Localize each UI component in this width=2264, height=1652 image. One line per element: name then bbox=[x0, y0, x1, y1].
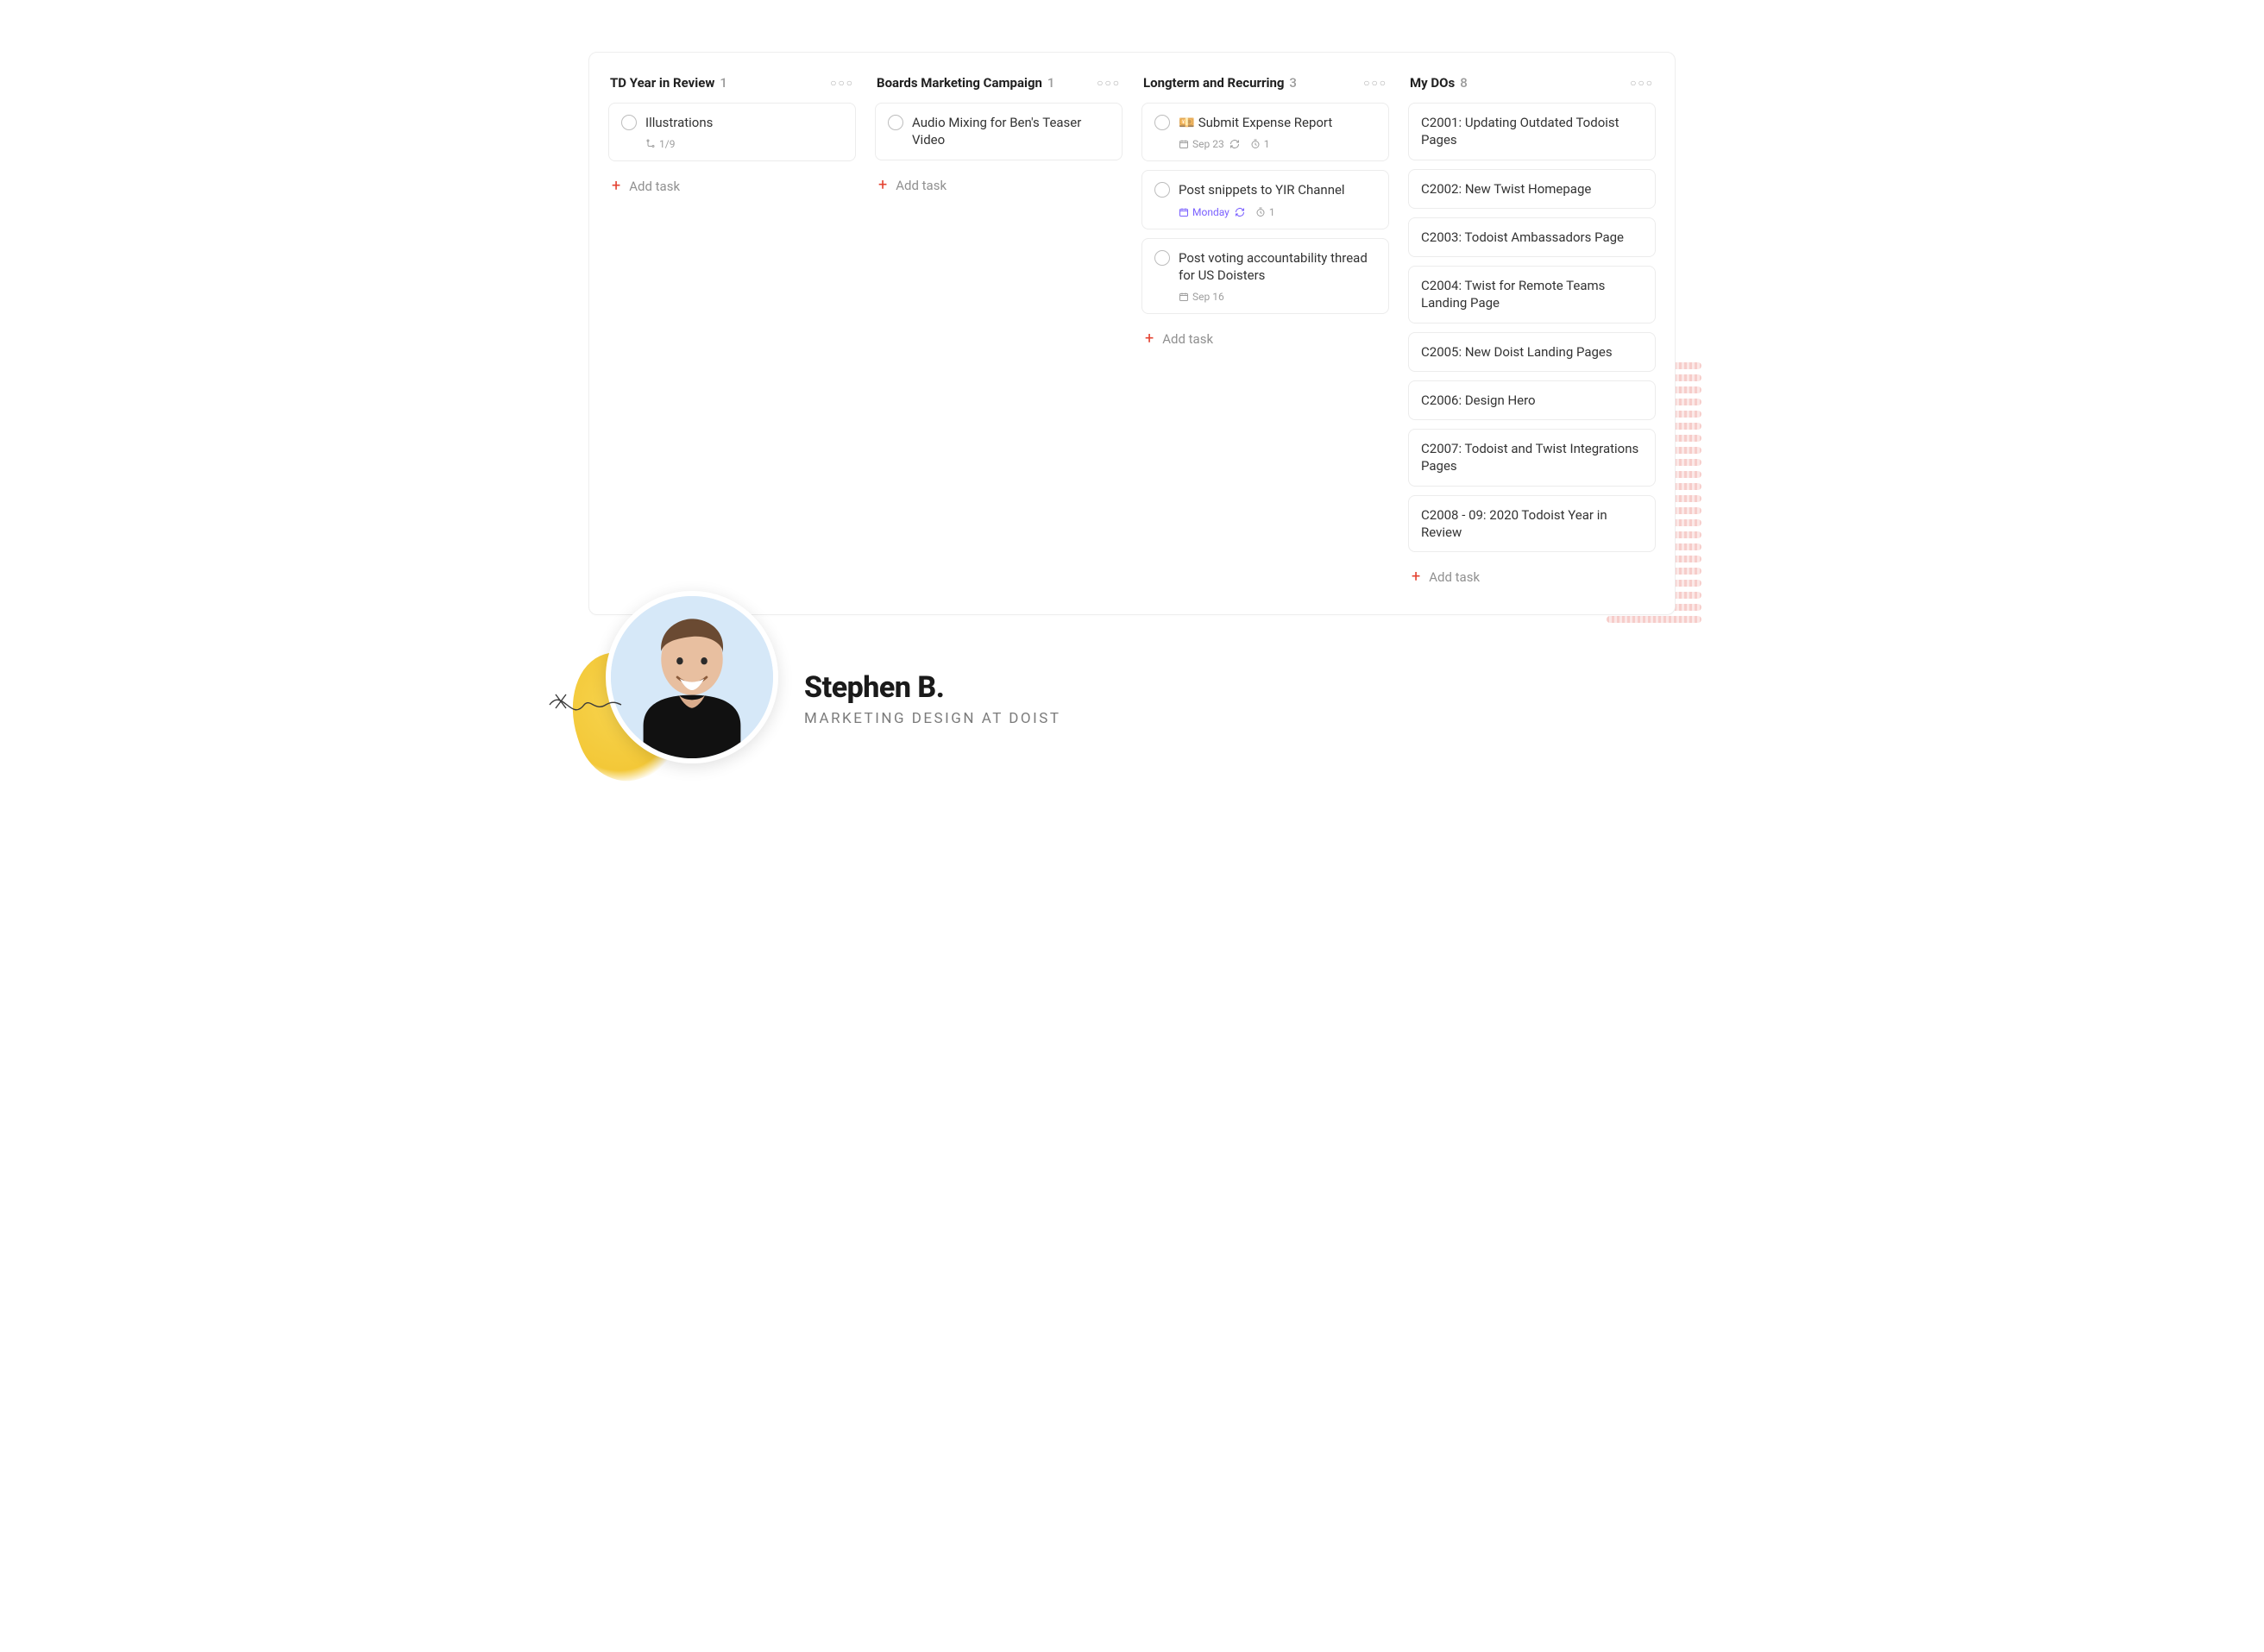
task-card[interactable]: C2005: New Doist Landing Pages bbox=[1408, 332, 1656, 372]
task-card[interactable]: C2003: Todoist Ambassadors Page bbox=[1408, 217, 1656, 257]
task-card[interactable]: C2001: Updating Outdated Todoist Pages bbox=[1408, 103, 1656, 160]
column-menu-icon[interactable]: ○○○ bbox=[1630, 77, 1654, 89]
column-menu-icon[interactable]: ○○○ bbox=[1363, 77, 1387, 89]
board-column: My DOs 8 ○○○ C2001: Updating Outdated Todoi… bbox=[1408, 72, 1656, 590]
task-checkbox[interactable] bbox=[1154, 115, 1170, 130]
task-card[interactable]: C2002: New Twist Homepage bbox=[1408, 169, 1656, 209]
column-header: My DOs 8 ○○○ bbox=[1408, 72, 1656, 103]
plus-icon: + bbox=[1412, 569, 1420, 585]
task-checkbox[interactable] bbox=[621, 115, 637, 130]
column-menu-icon[interactable]: ○○○ bbox=[830, 77, 854, 89]
board-column: Longterm and Recurring 3 ○○○ 💴Submit Expens… bbox=[1141, 72, 1389, 352]
reminder-count: 1 bbox=[1255, 206, 1275, 218]
task-title: C2008 - 09: 2020 Todoist Year in Review bbox=[1421, 506, 1643, 542]
plus-icon: + bbox=[1145, 331, 1154, 347]
task-title: C2006: Design Hero bbox=[1421, 392, 1536, 409]
column-count: 1 bbox=[720, 75, 727, 91]
task-title: C2002: New Twist Homepage bbox=[1421, 180, 1591, 198]
add-task-label: Add task bbox=[1162, 331, 1213, 347]
author-role: Marketing Design at Doist bbox=[804, 710, 1060, 727]
task-card[interactable]: Post snippets to YIR Channel Monday 1 bbox=[1141, 170, 1389, 229]
task-title: C2001: Updating Outdated Todoist Pages bbox=[1421, 114, 1643, 149]
task-card[interactable]: 💴Submit Expense Report Sep 23 1 bbox=[1141, 103, 1389, 161]
recurring-icon bbox=[1229, 139, 1240, 149]
add-task-button[interactable]: + Add task bbox=[875, 173, 1123, 198]
task-title: 💴Submit Expense Report bbox=[1179, 114, 1332, 131]
column-count: 8 bbox=[1460, 75, 1468, 91]
reminder-count: 1 bbox=[1250, 138, 1270, 150]
task-meta: 1/9 bbox=[645, 138, 843, 150]
task-meta: Sep 23 1 bbox=[1179, 138, 1376, 150]
task-checkbox[interactable] bbox=[888, 115, 903, 130]
kanban-board: TD Year in Review 1 ○○○ Illustrations 1/9 + Ad… bbox=[588, 52, 1676, 615]
add-task-label: Add task bbox=[1429, 569, 1480, 585]
column-menu-icon[interactable]: ○○○ bbox=[1097, 77, 1121, 89]
task-title: Post snippets to YIR Channel bbox=[1179, 181, 1345, 198]
task-title: C2005: New Doist Landing Pages bbox=[1421, 343, 1613, 361]
task-title: C2004: Twist for Remote Teams Landing Pa… bbox=[1421, 277, 1643, 312]
author-avatar bbox=[606, 591, 778, 763]
task-checkbox[interactable] bbox=[1154, 250, 1170, 266]
column-count: 1 bbox=[1047, 75, 1055, 91]
task-title: Audio Mixing for Ben's Teaser Video bbox=[912, 114, 1110, 149]
task-card[interactable]: Illustrations 1/9 bbox=[608, 103, 856, 161]
task-meta: Monday 1 bbox=[1179, 206, 1376, 218]
add-task-button[interactable]: + Add task bbox=[1408, 564, 1656, 590]
column-title: Longterm and Recurring bbox=[1143, 75, 1284, 91]
task-checkbox[interactable] bbox=[1154, 182, 1170, 198]
column-header: TD Year in Review 1 ○○○ bbox=[608, 72, 856, 103]
column-title: TD Year in Review bbox=[610, 75, 714, 91]
task-emoji: 💴 bbox=[1179, 115, 1195, 130]
task-title: C2007: Todoist and Twist Integrations Pa… bbox=[1421, 440, 1643, 475]
subtask-count: 1/9 bbox=[645, 138, 675, 150]
add-task-button[interactable]: + Add task bbox=[608, 173, 856, 199]
task-card[interactable]: Post voting accountability thread for US… bbox=[1141, 238, 1389, 315]
task-card[interactable]: C2008 - 09: 2020 Todoist Year in Review bbox=[1408, 495, 1656, 553]
column-header: Longterm and Recurring 3 ○○○ bbox=[1141, 72, 1389, 103]
plus-icon: + bbox=[878, 178, 887, 193]
task-title: C2003: Todoist Ambassadors Page bbox=[1421, 229, 1624, 246]
add-task-label: Add task bbox=[629, 179, 680, 194]
add-task-label: Add task bbox=[896, 178, 946, 193]
column-title: My DOs bbox=[1410, 75, 1455, 91]
board-column: TD Year in Review 1 ○○○ Illustrations 1/9 + Ad… bbox=[608, 72, 856, 199]
task-meta: Sep 16 bbox=[1179, 291, 1376, 303]
task-card[interactable]: C2004: Twist for Remote Teams Landing Pa… bbox=[1408, 266, 1656, 323]
task-title: Illustrations bbox=[645, 114, 713, 131]
author-name: Stephen B. bbox=[804, 670, 1060, 705]
board-column: Boards Marketing Campaign 1 ○○○ Audio Mixin… bbox=[875, 72, 1123, 198]
task-title: Post voting accountability thread for US… bbox=[1179, 249, 1376, 285]
add-task-button[interactable]: + Add task bbox=[1141, 326, 1389, 352]
task-date: Sep 16 bbox=[1179, 291, 1224, 303]
author-block: Stephen B. Marketing Design at Doist bbox=[588, 591, 1676, 763]
task-date: Monday bbox=[1179, 206, 1245, 218]
plus-icon: + bbox=[612, 179, 620, 194]
task-card[interactable]: Audio Mixing for Ben's Teaser Video bbox=[875, 103, 1123, 160]
column-header: Boards Marketing Campaign 1 ○○○ bbox=[875, 72, 1123, 103]
task-card[interactable]: C2007: Todoist and Twist Integrations Pa… bbox=[1408, 429, 1656, 487]
squiggle-decoration bbox=[545, 679, 623, 731]
task-date: Sep 23 bbox=[1179, 138, 1240, 150]
recurring-icon bbox=[1235, 207, 1245, 217]
task-card[interactable]: C2006: Design Hero bbox=[1408, 380, 1656, 420]
column-title: Boards Marketing Campaign bbox=[877, 75, 1042, 91]
column-count: 3 bbox=[1289, 75, 1297, 91]
